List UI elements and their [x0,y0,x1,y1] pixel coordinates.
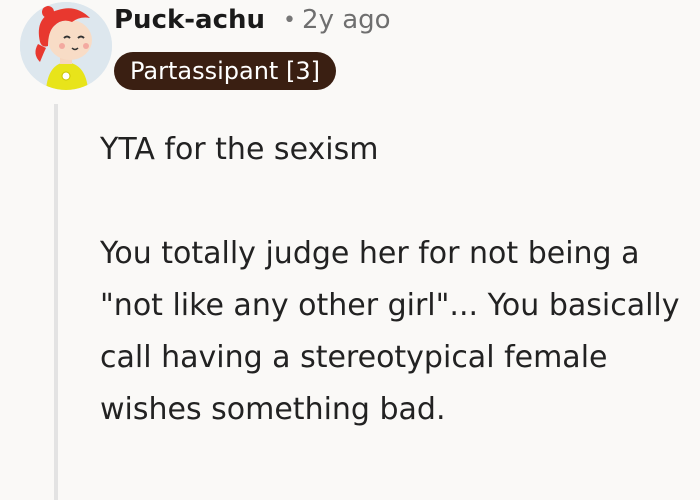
timestamp: 2y ago [302,5,391,35]
comment-header: Puck-achu • 2y ago [114,0,391,40]
avatar[interactable] [20,2,112,90]
username-link[interactable]: Puck-achu [114,5,265,35]
user-flair-label: Partassipant [3] [130,57,320,85]
comment-paragraph: You totally judge her for not being a "n… [100,236,680,427]
thread-line[interactable] [54,104,58,500]
avatar-icon [20,2,112,90]
user-flair-badge: Partassipant [3] [114,52,336,90]
comment-body: YTA for the sexism You totally judge her… [100,124,690,436]
comment-paragraph: YTA for the sexism [100,132,379,167]
separator-dot: • [283,7,297,33]
